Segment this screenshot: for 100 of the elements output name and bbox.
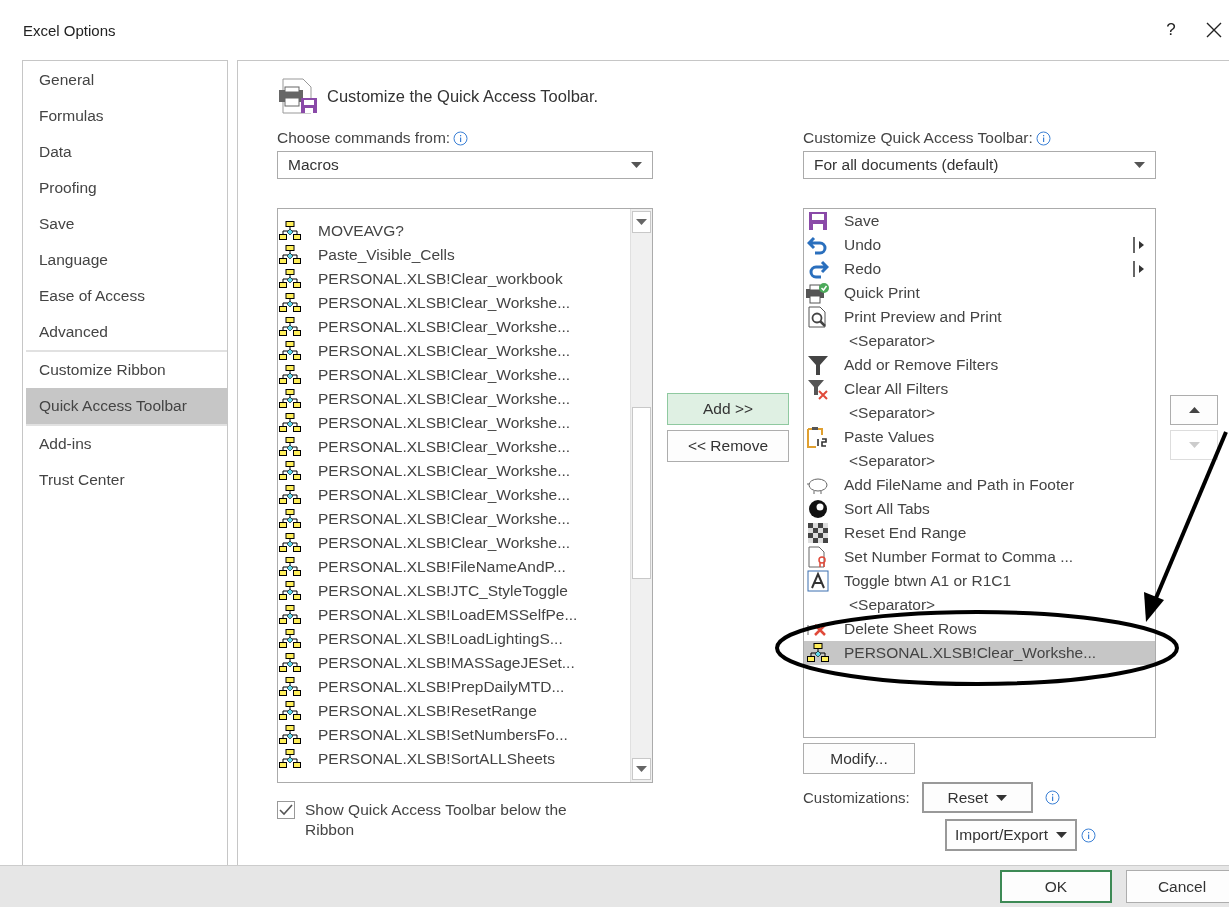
command-item[interactable]: PERSONAL.XLSB!Clear_workbook xyxy=(278,267,630,291)
down-arrow-icon xyxy=(1188,442,1200,448)
separator-item[interactable]: <Separator> xyxy=(849,452,936,470)
macro-icon xyxy=(279,269,301,289)
macro-icon xyxy=(279,749,301,769)
sidebar-item[interactable]: Proofing xyxy=(26,170,227,206)
command-item[interactable]: PERSONAL.XLSB!Clear_Workshe... xyxy=(278,315,630,339)
toolbar-item[interactable]: Redo xyxy=(804,257,1155,281)
field-label: Customize Quick Access Toolbar: xyxy=(803,129,1033,147)
command-item[interactable]: PERSONAL.XLSB!ResetRange xyxy=(278,699,630,723)
command-item[interactable]: PERSONAL.XLSB!LoadEMSSelfPe... xyxy=(278,603,630,627)
separator-item[interactable]: <Separator> xyxy=(849,596,936,614)
command-item[interactable]: Paste_Visible_Cells xyxy=(278,243,630,267)
macro-icon xyxy=(279,485,301,505)
sidebar-item[interactable]: Advanced xyxy=(26,314,227,350)
command-item[interactable]: PERSONAL.XLSB!FileNameAndP... xyxy=(278,555,630,579)
toolbar-item[interactable]: Print Preview and Print xyxy=(804,305,1155,329)
macro-icon xyxy=(279,557,301,577)
command-item[interactable]: PERSONAL.XLSB!SetNumbersFo... xyxy=(278,723,630,747)
macro-icon xyxy=(279,461,301,481)
help-button[interactable]: ? xyxy=(1151,20,1191,40)
command-item[interactable]: PERSONAL.XLSB!Clear_Workshe... xyxy=(278,483,630,507)
scrollbar[interactable] xyxy=(630,209,652,782)
sidebar-item[interactable]: Save xyxy=(26,206,227,242)
macro-icon xyxy=(279,437,301,457)
macro-icon xyxy=(279,581,301,601)
add-button[interactable]: Add >> xyxy=(667,393,789,425)
info-icon xyxy=(453,130,469,146)
command-item[interactable]: PERSONAL.XLSB!MASSageJESet... xyxy=(278,651,630,675)
toolbar-item[interactable]: Clear All Filters xyxy=(804,377,1155,401)
command-item[interactable]: PERSONAL.XLSB!Clear_Workshe... xyxy=(278,459,630,483)
clear-filter-icon xyxy=(807,378,829,400)
print-preview-icon xyxy=(807,306,829,328)
toolbar-item[interactable]: Quick Print xyxy=(804,281,1155,305)
sidebar-item[interactable]: Formulas xyxy=(26,98,227,134)
command-item[interactable]: PERSONAL.XLSB!Clear_Workshe... xyxy=(278,363,630,387)
command-item[interactable]: PERSONAL.XLSB!JTC_StyleToggle xyxy=(278,579,630,603)
macro-icon xyxy=(279,221,301,241)
command-item[interactable]: PERSONAL.XLSB!Clear_Workshe... xyxy=(278,291,630,315)
sidebar-item[interactable]: Ease of Access xyxy=(26,278,227,314)
sidebar-item[interactable]: Language xyxy=(26,242,227,278)
sidebar-item[interactable]: Quick Access Toolbar xyxy=(26,388,227,424)
cancel-button[interactable]: Cancel xyxy=(1126,870,1229,903)
sidebar-item[interactable]: Trust Center xyxy=(26,462,227,498)
import-export-button[interactable]: Import/Export xyxy=(945,819,1078,851)
toolbar-item[interactable]: Undo xyxy=(804,233,1155,257)
caret-icon xyxy=(636,766,647,772)
macro-icon xyxy=(279,389,301,409)
sidebar-item[interactable]: General xyxy=(26,62,227,98)
documents-dropdown[interactable]: For all documents (default) xyxy=(803,151,1156,179)
separator-item[interactable]: <Separator> xyxy=(849,404,936,422)
command-item[interactable]: PERSONAL.XLSB!PrepDailyMTD... xyxy=(278,675,630,699)
toolbar-item[interactable]: Paste Values xyxy=(804,425,1155,449)
reset-button[interactable]: Reset xyxy=(921,782,1033,813)
command-item[interactable]: PERSONAL.XLSB!Clear_Workshe... xyxy=(278,507,630,531)
sidebar-item[interactable]: Add-ins xyxy=(26,426,227,462)
up-arrow-icon xyxy=(1188,407,1200,413)
macro-icon xyxy=(279,701,301,721)
paste-values-icon xyxy=(806,426,830,448)
toolbar-item[interactable]: Delete Sheet Rows xyxy=(804,617,1155,641)
toolbar-item[interactable]: Add FileName and Path in Footer xyxy=(804,473,1155,497)
command-item[interactable]: PERSONAL.XLSB!LoadLightingS... xyxy=(278,627,630,651)
caret-icon xyxy=(995,794,1007,801)
ball-icon xyxy=(807,498,829,520)
redo-icon xyxy=(807,259,829,279)
toolbar-item[interactable]: Add or Remove Filters xyxy=(804,353,1155,377)
printer-icon xyxy=(806,282,830,304)
toolbar-item[interactable]: PERSONAL.XLSB!Clear_Workshe... xyxy=(804,641,1155,665)
command-item[interactable]: MOVEAVG? xyxy=(278,219,630,243)
toolbar-item[interactable]: Set Number Format to Comma ... xyxy=(804,545,1155,569)
caret-icon xyxy=(1056,832,1068,838)
modify-button[interactable]: Modify... xyxy=(803,743,915,774)
submenu-arrow-icon xyxy=(1133,261,1145,277)
submenu-arrow-icon xyxy=(1133,237,1145,253)
move-up-button[interactable] xyxy=(1170,395,1218,425)
toolbar-item[interactable]: Toggle btwn A1 or R1C1 xyxy=(804,569,1155,593)
toolbar-item[interactable]: Save xyxy=(804,209,1155,233)
checkbox[interactable] xyxy=(277,801,295,819)
command-item[interactable]: PERSONAL.XLSB!Clear_Workshe... xyxy=(278,531,630,555)
commands-dropdown[interactable]: Macros xyxy=(277,151,653,179)
printer-save-icon xyxy=(277,78,319,114)
command-item[interactable]: PERSONAL.XLSB!Clear_Workshe... xyxy=(278,435,630,459)
separator-item[interactable]: <Separator> xyxy=(849,332,936,350)
sidebar-item[interactable]: Customize Ribbon xyxy=(26,352,227,388)
undo-icon xyxy=(807,235,829,255)
sidebar-item[interactable]: Data xyxy=(26,134,227,170)
command-item[interactable]: PERSONAL.XLSB!Clear_Workshe... xyxy=(278,387,630,411)
command-item[interactable]: PERSONAL.XLSB!Clear_Workshe... xyxy=(278,339,630,363)
close-icon xyxy=(1206,22,1222,38)
macro-icon xyxy=(279,533,301,553)
ok-button[interactable]: OK xyxy=(1000,870,1112,903)
toolbar-item[interactable]: Sort All Tabs xyxy=(804,497,1155,521)
move-down-button[interactable] xyxy=(1170,430,1218,460)
remove-button[interactable]: << Remove xyxy=(667,430,789,462)
info-icon xyxy=(1035,130,1051,146)
macro-icon xyxy=(279,341,301,361)
command-item[interactable]: PERSONAL.XLSB!Clear_Workshe... xyxy=(278,411,630,435)
info-icon xyxy=(1044,790,1060,805)
toolbar-item[interactable]: Reset End Range xyxy=(804,521,1155,545)
command-item[interactable]: PERSONAL.XLSB!SortALLSheets xyxy=(278,747,630,771)
